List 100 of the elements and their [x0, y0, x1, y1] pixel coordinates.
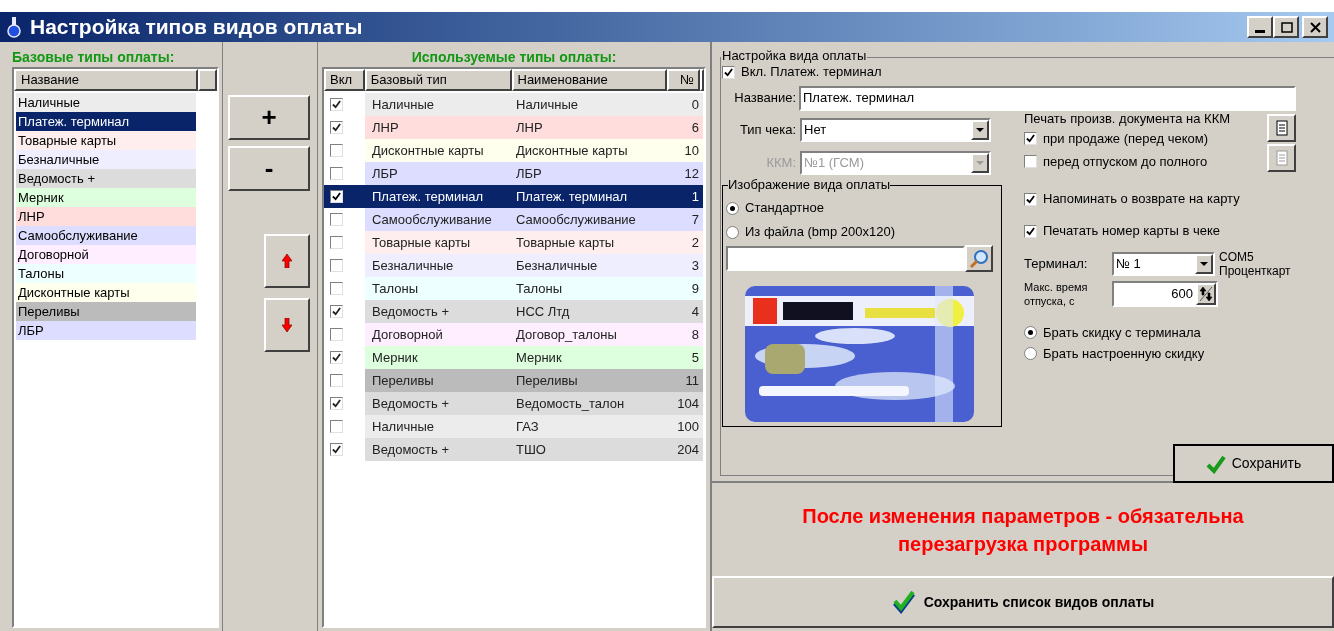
- list-item[interactable]: Платеж. терминал: [16, 112, 196, 131]
- maximize-button[interactable]: [1273, 16, 1299, 38]
- list-item[interactable]: Мерник: [16, 188, 196, 207]
- table-cell-text: НСС Лтд: [515, 302, 571, 321]
- checkbox[interactable]: [330, 420, 343, 433]
- checkbox[interactable]: [1024, 224, 1037, 238]
- table-row[interactable]: Платеж. терминал Платеж. терминал 1: [324, 185, 703, 208]
- list-item[interactable]: Переливы: [16, 302, 196, 321]
- group-legend: Изображение вида оплаты: [728, 177, 891, 193]
- table-row[interactable]: Ведомость + НСС Лтд 4: [324, 300, 703, 323]
- table-cell-text: 0: [690, 95, 700, 114]
- checkbox[interactable]: [330, 144, 343, 157]
- checkbox[interactable]: [330, 397, 343, 410]
- list-item[interactable]: ЛНР: [16, 207, 196, 226]
- checkbox[interactable]: [1024, 155, 1037, 168]
- save-button[interactable]: Сохранить: [1173, 444, 1334, 483]
- table-row[interactable]: Ведомость + Ведомость_талон 104: [324, 392, 703, 415]
- table-cell-text: 12: [683, 164, 700, 183]
- table-row[interactable]: Безналичные Безналичные 3: [324, 254, 703, 277]
- table-row[interactable]: Наличные ГАЗ 100: [324, 415, 703, 438]
- checkbox[interactable]: [722, 65, 735, 79]
- checkbox[interactable]: [330, 282, 343, 295]
- table-cell-text: Дисконтные карты: [515, 141, 629, 160]
- checkbox[interactable]: [330, 259, 343, 272]
- field-label: Тип чека:: [738, 120, 797, 139]
- remove-button[interactable]: -: [228, 146, 310, 191]
- document-button[interactable]: [1267, 114, 1296, 142]
- checkbox[interactable]: [330, 328, 343, 341]
- table-row[interactable]: ЛБР ЛБР 12: [324, 162, 703, 185]
- document-button[interactable]: [1267, 144, 1296, 172]
- panel-heading: Используемые типы оплаты:: [410, 48, 618, 67]
- arrow-down-icon: [282, 318, 292, 332]
- checkbox[interactable]: [330, 98, 343, 111]
- add-button[interactable]: +: [228, 95, 310, 140]
- checkbox[interactable]: [330, 443, 343, 456]
- minimize-icon: [1255, 30, 1265, 33]
- checkbox[interactable]: [330, 121, 343, 134]
- radio-button[interactable]: [726, 225, 739, 239]
- table-row[interactable]: Талоны Талоны 9: [324, 277, 703, 300]
- checkbox[interactable]: [1024, 132, 1037, 145]
- field-label: Макс. время отпуска, с: [1024, 280, 1089, 308]
- checkbox-label: при продаже (перед чеком): [1043, 129, 1208, 148]
- group-legend: Настройка вида оплаты: [721, 48, 868, 64]
- checkbox[interactable]: [330, 305, 343, 318]
- close-icon: [1308, 20, 1322, 34]
- radio-button[interactable]: [726, 201, 739, 215]
- table-cell-text: ЛНР: [515, 118, 544, 137]
- table-cell-text: Безналичные: [371, 256, 455, 275]
- list-item[interactable]: Дисконтные карты: [16, 283, 196, 302]
- section-label: Печать произв. документа на ККМ: [1024, 111, 1232, 127]
- dropdown[interactable]: Нет: [800, 117, 991, 142]
- table-cell-text: Переливы: [371, 371, 435, 390]
- search-button[interactable]: [965, 245, 993, 272]
- radio-button[interactable]: [1024, 326, 1037, 339]
- table-row[interactable]: Мерник Мерник 5: [324, 346, 703, 369]
- checkbox[interactable]: [330, 190, 343, 203]
- checkbox[interactable]: [330, 374, 343, 387]
- checkbox[interactable]: [330, 236, 343, 249]
- close-button[interactable]: [1302, 16, 1328, 38]
- table-row[interactable]: Наличные Наличные 0: [324, 93, 703, 116]
- table-cell-text: Ведомость +: [371, 394, 451, 413]
- list-item[interactable]: ЛБР: [16, 321, 196, 340]
- checkmark-icon: [891, 590, 916, 614]
- checkbox[interactable]: [330, 351, 343, 364]
- arrow-up-button[interactable]: [264, 234, 310, 288]
- list-item[interactable]: Безналичные: [16, 150, 196, 169]
- checkbox[interactable]: [330, 167, 343, 180]
- checkbox[interactable]: [1024, 192, 1037, 206]
- list-item[interactable]: Ведомость +: [16, 169, 196, 188]
- arrow-down-button[interactable]: [264, 298, 310, 352]
- table-row[interactable]: Переливы Переливы 11: [324, 369, 703, 392]
- table-cell-text: Платеж. терминал: [515, 187, 629, 206]
- field-label: ККМ:: [765, 153, 797, 172]
- table-cell-text: 2: [690, 233, 700, 252]
- file-path-field[interactable]: [726, 246, 965, 271]
- table-row[interactable]: Дисконтные карты Дисконтные карты 10: [324, 139, 703, 162]
- radio-button[interactable]: [1024, 347, 1037, 360]
- checkbox-label: перед отпуском до полного: [1043, 152, 1208, 171]
- list-item[interactable]: Талоны: [16, 264, 196, 283]
- table-row[interactable]: Ведомость + ТШО 204: [324, 438, 703, 461]
- checkbox-label: Печатать номер карты в чеке: [1043, 222, 1220, 241]
- list-item[interactable]: Наличные: [16, 93, 196, 112]
- checkbox[interactable]: [330, 213, 343, 226]
- spin-arrows-icon[interactable]: [1196, 283, 1216, 305]
- table-cell-text: 8: [690, 325, 700, 344]
- save-list-button[interactable]: Сохранить список видов оплаты: [712, 576, 1334, 628]
- list-item[interactable]: Самообслуживание: [16, 226, 196, 245]
- field-label: Терминал:: [1024, 255, 1089, 274]
- spin-field[interactable]: 600: [1112, 281, 1218, 307]
- table-cell-text: Наличные: [515, 95, 579, 114]
- table-cell-text: 4: [690, 302, 700, 321]
- list-item[interactable]: Товарные карты: [16, 131, 196, 150]
- table-row[interactable]: Товарные карты Товарные карты 2: [324, 231, 703, 254]
- text-field[interactable]: Платеж. терминал: [799, 85, 1296, 111]
- table-row[interactable]: ЛНР ЛНР 6: [324, 116, 703, 139]
- table-row[interactable]: Договорной Договор_талоны 8: [324, 323, 703, 346]
- minimize-button[interactable]: [1247, 16, 1273, 38]
- table-row[interactable]: Самообслуживание Самообслуживание 7: [324, 208, 703, 231]
- dropdown[interactable]: № 1: [1112, 252, 1215, 276]
- list-item[interactable]: Договорной: [16, 245, 196, 264]
